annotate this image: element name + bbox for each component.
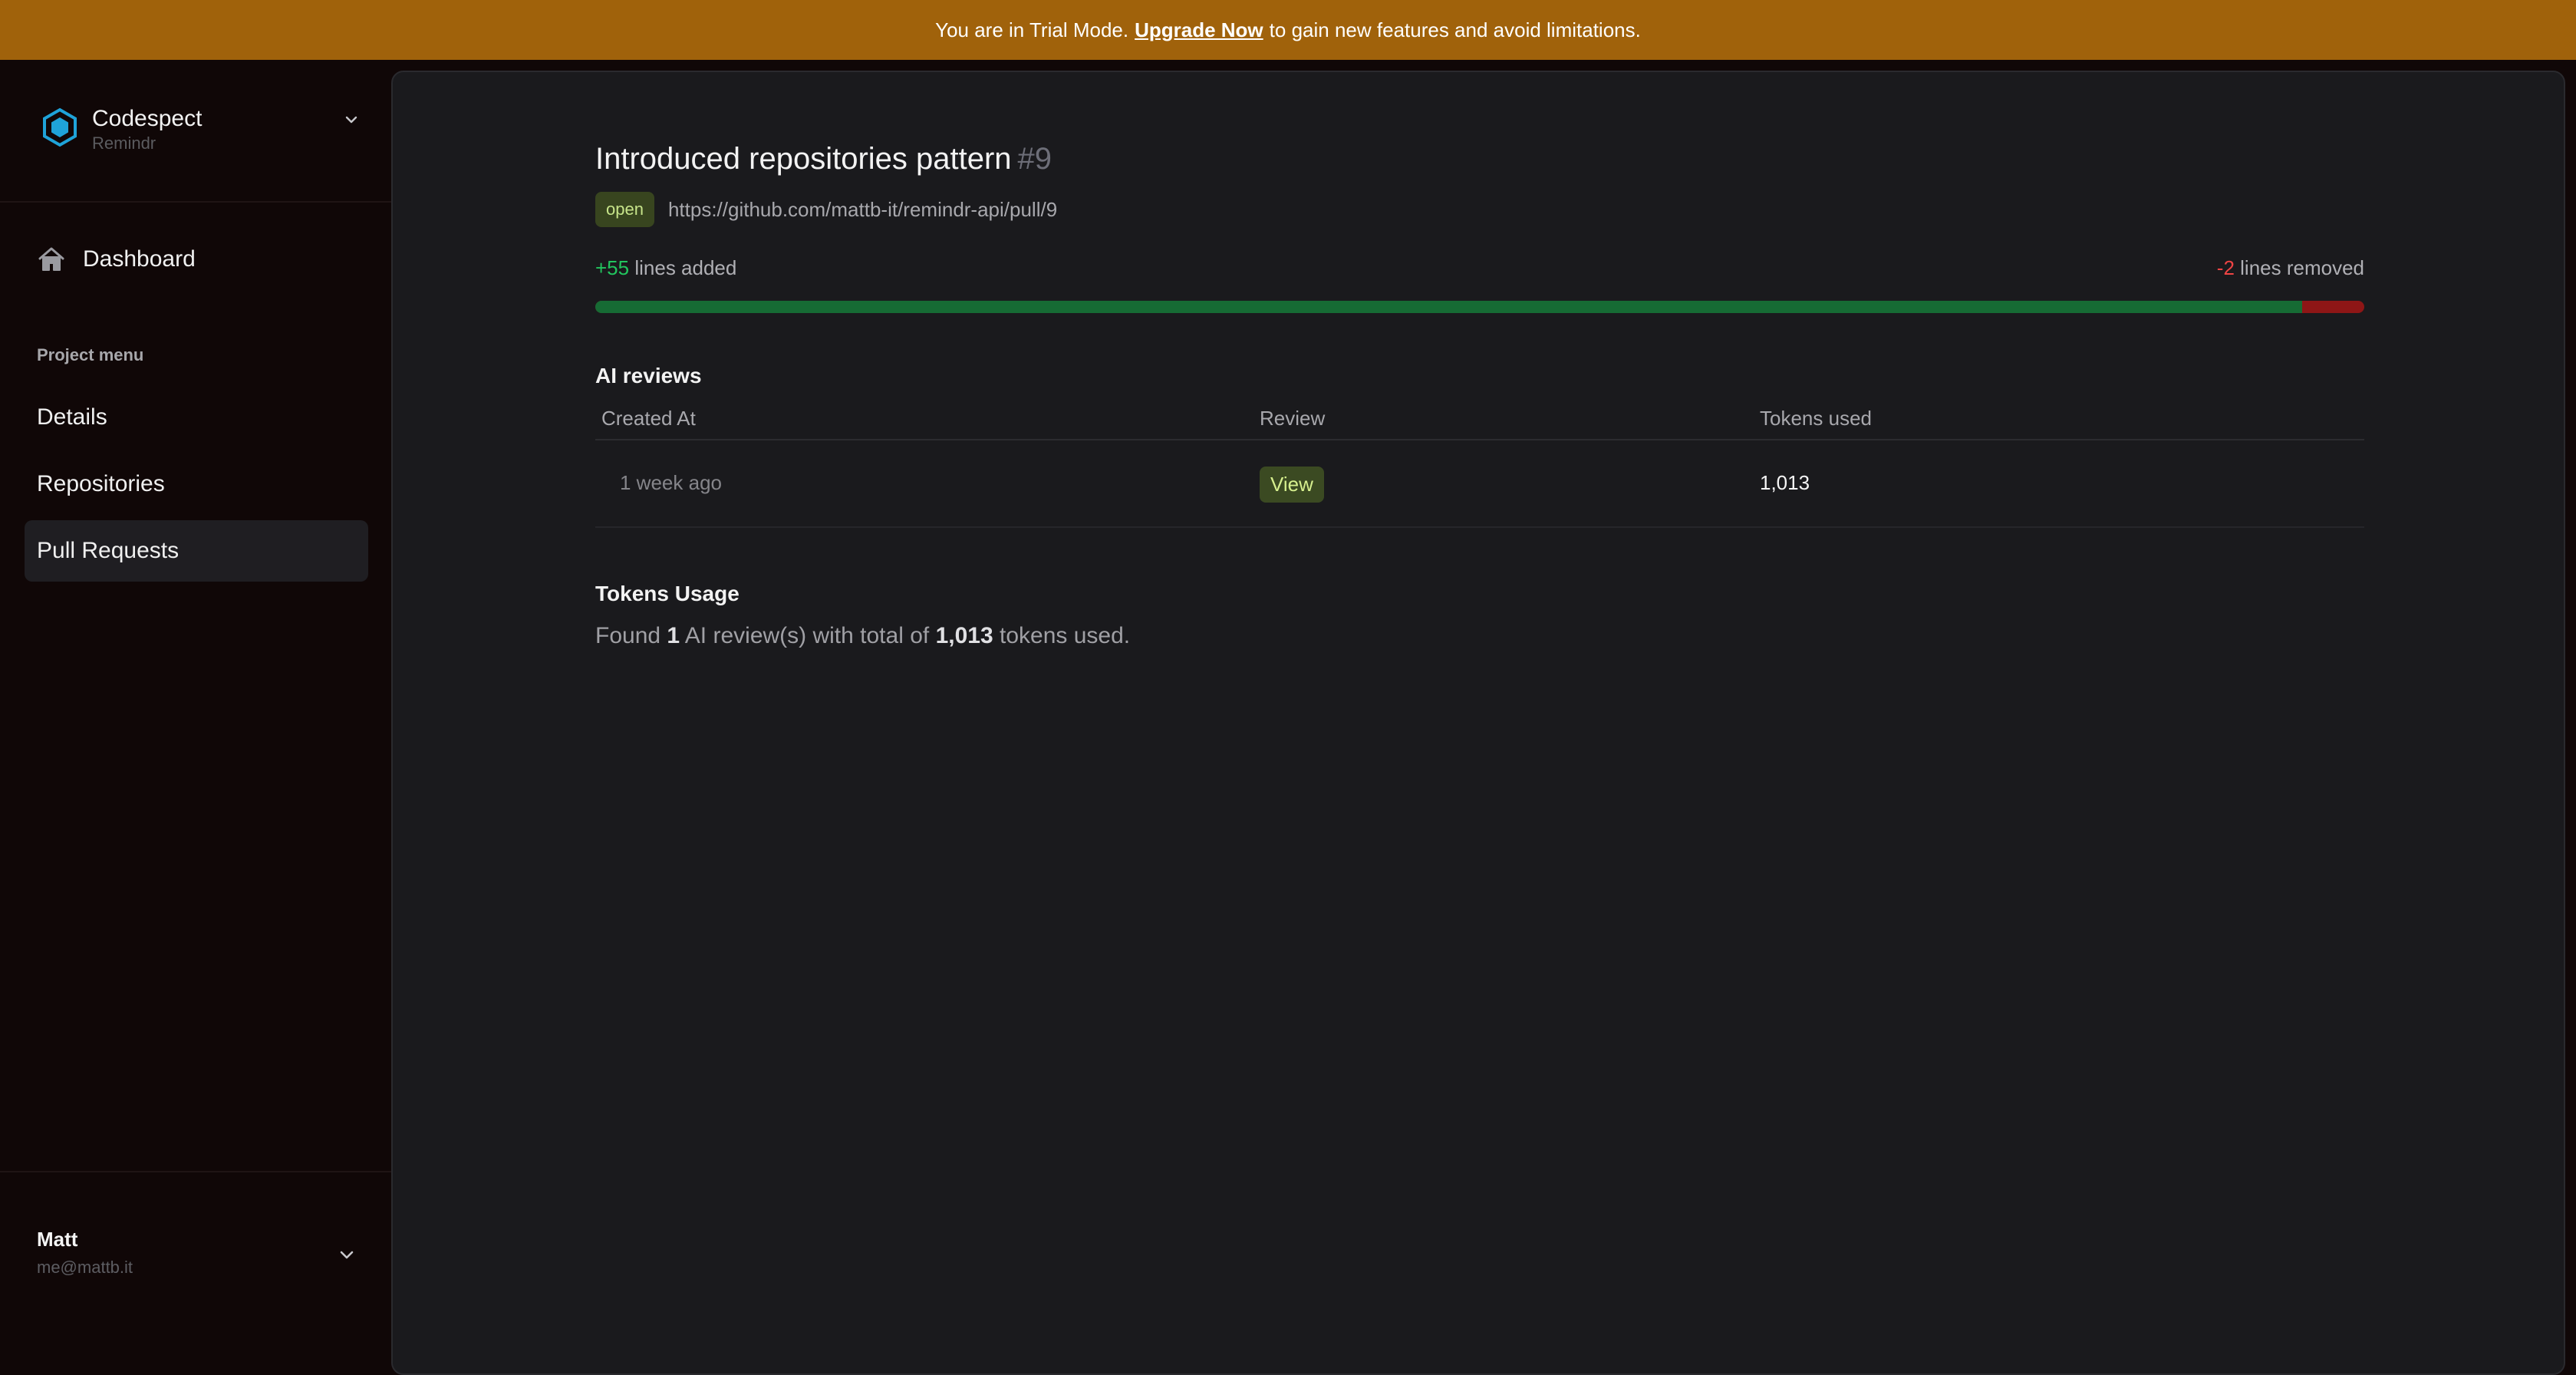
lines-removed-label: lines removed bbox=[2240, 256, 2364, 279]
pr-title: Introduced repositories pattern bbox=[595, 142, 1012, 176]
diff-ratio-bar bbox=[595, 301, 2364, 313]
table-header: Created At Review Tokens used bbox=[595, 407, 2364, 440]
tokens-usage-summary: Found 1 AI review(s) with total of 1,013… bbox=[595, 623, 2364, 649]
lines-removed-count: -2 bbox=[2216, 256, 2235, 279]
chevron-down-icon bbox=[340, 1251, 354, 1259]
chevron-down-icon bbox=[345, 116, 357, 124]
cell-created-at: 1 week ago bbox=[620, 471, 722, 494]
trial-banner: You are in Trial Mode. Upgrade Now to ga… bbox=[0, 0, 2576, 60]
lines-removed: -2 lines removed bbox=[2217, 256, 2364, 280]
sidebar-item-label: Repositories bbox=[37, 471, 165, 496]
summary-text: Found bbox=[595, 623, 661, 648]
brand-name: Codespect bbox=[92, 106, 203, 131]
review-count: 1 bbox=[667, 623, 680, 648]
column-header-created-at: Created At bbox=[601, 407, 696, 430]
main-panel: Introduced repositories pattern #9 open h… bbox=[391, 71, 2565, 1375]
sidebar-item-details[interactable]: Details bbox=[25, 387, 368, 448]
upgrade-now-link[interactable]: Upgrade Now bbox=[1135, 18, 1263, 42]
lines-added-label: lines added bbox=[634, 256, 737, 279]
user-menu[interactable]: Matt me@mattb.it bbox=[37, 1228, 359, 1281]
summary-text: tokens used. bbox=[1000, 623, 1131, 648]
ai-reviews-heading: AI reviews bbox=[595, 364, 702, 387]
status-badge: open bbox=[595, 192, 654, 227]
sidebar-item-label: Dashboard bbox=[83, 246, 196, 272]
cell-review: View bbox=[1260, 467, 1324, 503]
home-icon bbox=[38, 247, 64, 271]
sidebar-divider bbox=[0, 1171, 391, 1172]
pr-number: #9 bbox=[1017, 142, 1052, 176]
tokens-usage-heading: Tokens Usage bbox=[595, 582, 740, 605]
lines-added-count: +55 bbox=[595, 256, 630, 279]
diff-ratio-added-fill bbox=[595, 301, 2303, 313]
summary-text: AI review(s) with total of bbox=[684, 623, 930, 648]
sidebar-item-pull-requests[interactable]: Pull Requests bbox=[25, 520, 368, 582]
view-review-button[interactable]: View bbox=[1260, 467, 1324, 503]
column-header-review: Review bbox=[1260, 407, 1326, 430]
banner-text-suffix: to gain new features and avoid limitatio… bbox=[1269, 18, 1641, 41]
sidebar-item-dashboard[interactable]: Dashboard bbox=[25, 229, 368, 290]
pr-url-link[interactable]: https://github.com/mattb-it/remindr-api/… bbox=[668, 198, 1057, 222]
project-menu-label: Project menu bbox=[37, 345, 144, 364]
pull-request-detail: Introduced repositories pattern #9 open h… bbox=[595, 138, 2364, 649]
lines-added: +55 lines added bbox=[595, 256, 736, 280]
user-name: Matt bbox=[37, 1228, 78, 1251]
ai-reviews-table: Created At Review Tokens used 1 week ago… bbox=[595, 407, 2364, 528]
sidebar: Codespect Remindr Dashboard Project menu… bbox=[0, 60, 391, 1361]
sidebar-divider bbox=[0, 201, 391, 203]
sidebar-item-repositories[interactable]: Repositories bbox=[25, 453, 368, 515]
project-switcher[interactable]: Codespect Remindr bbox=[40, 104, 362, 166]
project-name: Remindr bbox=[92, 134, 156, 153]
table-row: 1 week ago View 1,013 bbox=[595, 440, 2364, 528]
banner-text: You are in Trial Mode. bbox=[935, 18, 1129, 41]
tokens-total: 1,013 bbox=[935, 623, 993, 648]
sidebar-item-label: Pull Requests bbox=[37, 538, 180, 563]
codespect-logo-icon bbox=[43, 107, 77, 147]
sidebar-item-label: Details bbox=[37, 404, 107, 430]
cell-tokens-used: 1,013 bbox=[1760, 471, 1810, 494]
user-email: me@mattb.it bbox=[37, 1258, 133, 1277]
page-title: Introduced repositories pattern #9 bbox=[595, 138, 2364, 180]
column-header-tokens-used: Tokens used bbox=[1760, 407, 1872, 430]
lines-changed: +55 lines added -2 lines removed bbox=[595, 256, 2364, 282]
